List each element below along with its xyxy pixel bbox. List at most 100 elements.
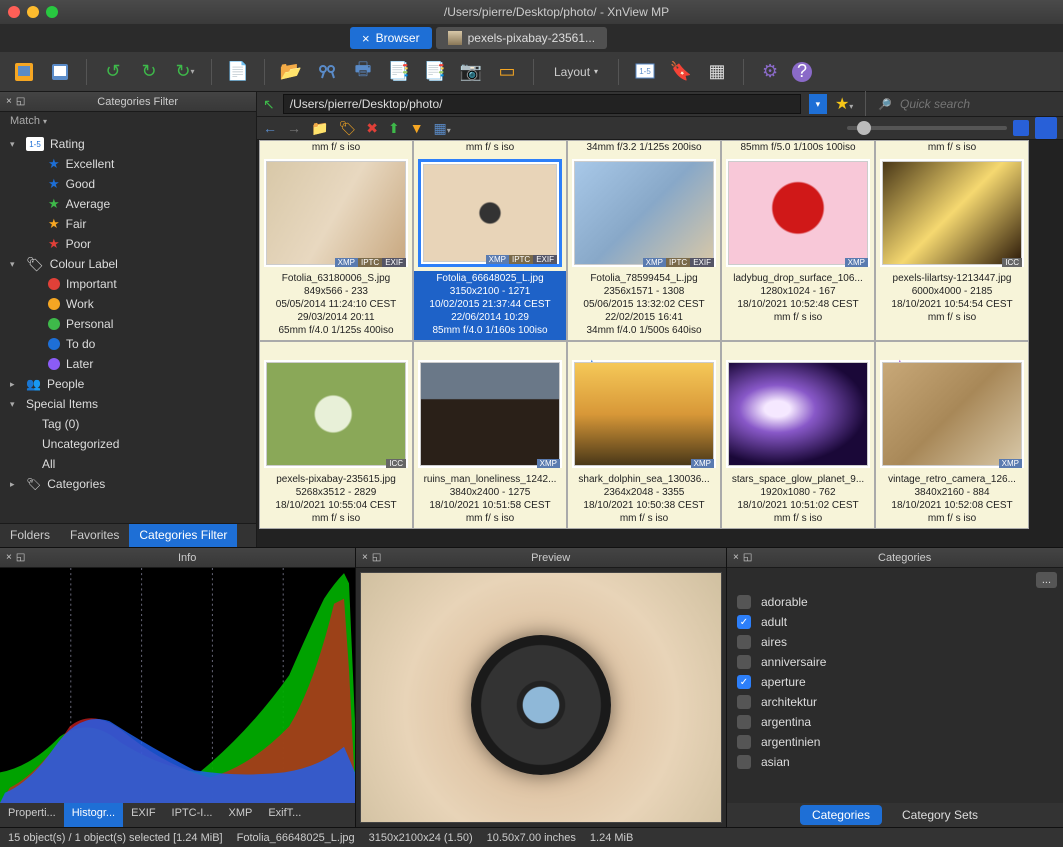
thumbnail-image[interactable] <box>726 360 870 468</box>
undock-panel-icon[interactable]: ◱ <box>16 552 25 563</box>
bookmark-icon[interactable]: 🔖 <box>667 58 695 86</box>
thumbnail-cell[interactable]: mm f/ s iso ⚑ XMPIPTCEXIF Fotolia_666480… <box>413 140 567 341</box>
viewmode-icon[interactable]: ▦▾ <box>434 120 451 137</box>
info-tab[interactable]: XMP <box>221 803 261 827</box>
refresh-icon[interactable]: ↻▾ <box>171 58 199 86</box>
batch-icon[interactable]: 📑 <box>385 58 413 86</box>
info-tab[interactable]: Histogr... <box>64 803 123 827</box>
category-checkbox[interactable] <box>737 735 751 749</box>
minimize-window-button[interactable] <box>27 6 39 18</box>
maximize-window-button[interactable] <box>46 6 58 18</box>
match-menu[interactable]: Match ▾ <box>0 112 256 132</box>
close-panel-icon[interactable]: × <box>6 96 12 107</box>
filter-icon[interactable]: ▼ <box>410 120 424 136</box>
category-item[interactable]: argentinien <box>727 732 1063 752</box>
quick-search-input[interactable] <box>900 97 1057 111</box>
categories-menu-icon[interactable]: ... <box>1036 572 1057 588</box>
rotate-left-icon[interactable]: ↺ <box>99 58 127 86</box>
find-icon[interactable] <box>313 58 341 86</box>
tab-favorites[interactable]: Favorites <box>60 524 129 547</box>
tab-categories[interactable]: Categories <box>800 805 882 825</box>
category-item[interactable]: argentina <box>727 712 1063 732</box>
up-folder-icon[interactable]: ↖ <box>263 96 275 113</box>
thumbnail-image[interactable]: ICC <box>880 159 1024 267</box>
category-item[interactable]: ✓adult <box>727 612 1063 632</box>
colour-important[interactable]: Important <box>0 274 256 294</box>
colour-to do[interactable]: To do <box>0 334 256 354</box>
tree-special[interactable]: ▾Special Items <box>0 394 256 414</box>
slideshow-icon[interactable]: ▭ <box>493 58 521 86</box>
thumbnail-image[interactable]: ⚑ XMPIPTCEXIF <box>572 159 716 267</box>
rating-average[interactable]: ★Average <box>0 194 256 214</box>
colour-later[interactable]: Later <box>0 354 256 374</box>
grid-icon[interactable]: ▦ <box>703 58 731 86</box>
thumbnail-cell[interactable]: ★ XMP shark_dolphin_sea_130036...2364x20… <box>567 341 721 529</box>
close-window-button[interactable] <box>8 6 20 18</box>
rating-excellent[interactable]: ★Excellent <box>0 154 256 174</box>
category-checkbox[interactable] <box>737 635 751 649</box>
category-item[interactable]: anniversaire <box>727 652 1063 672</box>
category-item[interactable]: asian <box>727 752 1063 772</box>
tree-people[interactable]: ▸👥People <box>0 374 256 394</box>
category-item[interactable]: architektur <box>727 692 1063 712</box>
close-panel-icon[interactable]: × <box>733 552 739 563</box>
thumbnail-cell[interactable]: stars_space_glow_planet_9...1920x1080 - … <box>721 341 875 529</box>
category-item[interactable]: adorable <box>727 592 1063 612</box>
undock-panel-icon[interactable]: ◱ <box>16 96 25 107</box>
category-checkbox[interactable] <box>737 655 751 669</box>
thumbnail-image[interactable]: ⚑ XMPIPTCEXIF <box>418 159 562 267</box>
thumbnail-cell[interactable]: ★ XMP vintage_retro_camera_126...3840x21… <box>875 341 1029 529</box>
thumbnail-image[interactable]: ★ XMP <box>880 360 1024 468</box>
settings-icon[interactable]: ⚙ <box>756 58 784 86</box>
help-icon[interactable]: ? <box>792 62 812 82</box>
category-checkbox[interactable] <box>737 755 751 769</box>
favorite-star-icon[interactable]: ★▾ <box>835 94 853 114</box>
layout-menu[interactable]: Layout ▾ <box>546 61 606 83</box>
sort-icon[interactable]: 1-5 <box>631 58 659 86</box>
export-icon[interactable]: 📂 <box>277 58 305 86</box>
preview-image[interactable] <box>360 572 722 823</box>
fullscreen-icon[interactable] <box>10 58 38 86</box>
category-checkbox[interactable] <box>737 715 751 729</box>
colour-work[interactable]: Work <box>0 294 256 314</box>
thumbnail-size-slider[interactable] <box>847 126 1007 130</box>
thumbnail-image[interactable]: ICC <box>264 360 408 468</box>
tree-rating[interactable]: ▾1-5Rating <box>0 134 256 154</box>
path-input[interactable]: /Users/pierre/Desktop/photo/ <box>283 94 801 114</box>
category-checkbox[interactable] <box>737 695 751 709</box>
thumbnail-image[interactable]: ⚑ XMPIPTCEXIF <box>264 159 408 267</box>
info-tab[interactable]: Properti... <box>0 803 64 827</box>
thumb-size-large-icon[interactable] <box>1035 117 1057 139</box>
forward-icon[interactable]: → <box>287 120 301 136</box>
thumbnail-image[interactable]: ★ XMP <box>572 360 716 468</box>
back-icon[interactable]: ← <box>263 120 277 136</box>
close-panel-icon[interactable]: × <box>6 552 12 563</box>
category-item[interactable]: ✓aperture <box>727 672 1063 692</box>
special-item[interactable]: Uncategorized <box>0 434 256 454</box>
print-icon[interactable]: 🖶 <box>349 58 377 86</box>
tab-browser[interactable]: × Browser <box>350 27 432 49</box>
undock-panel-icon[interactable]: ◱ <box>743 552 752 563</box>
path-history-icon[interactable]: ▾ <box>809 94 827 114</box>
camera-icon[interactable]: 📷 <box>457 58 485 86</box>
view-icon[interactable] <box>46 58 74 86</box>
thumbnail-image[interactable]: XMP <box>418 360 562 468</box>
convert-icon[interactable]: 📑 <box>421 58 449 86</box>
colour-personal[interactable]: Personal <box>0 314 256 334</box>
thumbnail-cell[interactable]: mm f/ s iso ⚑ XMPIPTCEXIF Fotolia_631800… <box>259 140 413 341</box>
category-checkbox[interactable]: ✓ <box>737 675 751 689</box>
tree-colour-label[interactable]: ▾🏷Colour Label <box>0 254 256 274</box>
thumbnail-cell[interactable]: 34mm f/3.2 1/125s 200iso ⚑ XMPIPTCEXIF F… <box>567 140 721 341</box>
document-icon[interactable]: 📄 <box>224 58 252 86</box>
tab-category-sets[interactable]: Category Sets <box>890 805 990 825</box>
thumb-size-small-icon[interactable] <box>1013 120 1029 136</box>
info-tab[interactable]: EXIF <box>123 803 163 827</box>
category-checkbox[interactable] <box>737 595 751 609</box>
category-checkbox[interactable]: ✓ <box>737 615 751 629</box>
undock-panel-icon[interactable]: ◱ <box>372 552 381 563</box>
tag-icon[interactable]: 🏷 <box>338 120 356 137</box>
rating-fair[interactable]: ★Fair <box>0 214 256 234</box>
info-tab[interactable]: IPTC-I... <box>164 803 221 827</box>
info-tab[interactable]: ExifT... <box>260 803 309 827</box>
category-item[interactable]: aires <box>727 632 1063 652</box>
